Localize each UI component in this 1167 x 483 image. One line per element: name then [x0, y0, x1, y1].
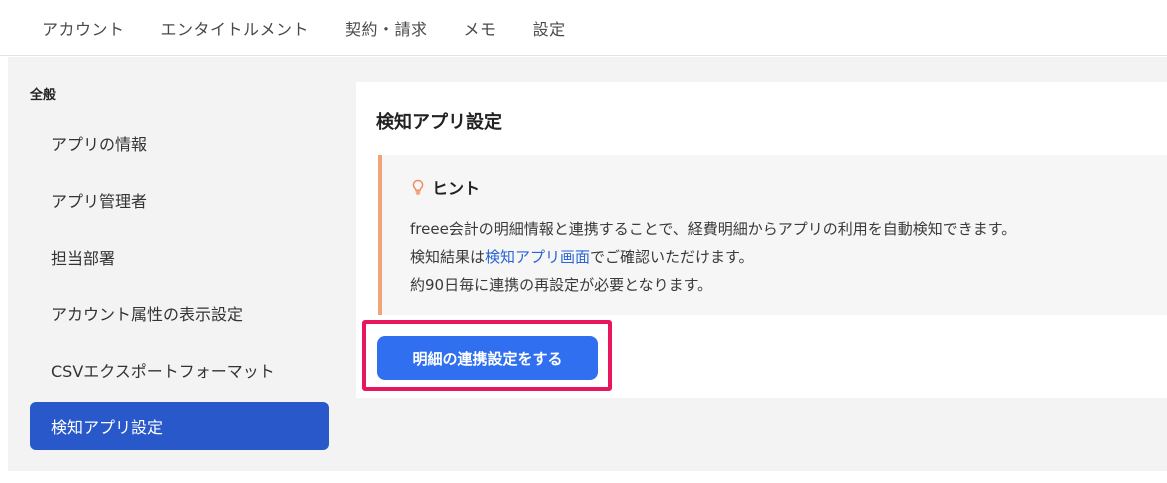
sidebar-heading: 全般 — [30, 88, 57, 103]
statement-integration-settings-button[interactable]: 明細の連携設定をする — [377, 336, 598, 380]
hint-title: ヒント — [432, 179, 481, 198]
settings-sidebar: 全般 アプリの情報 アプリ管理者 担当部署 アカウント属性の表示設定 CSVエク… — [8, 57, 348, 471]
tab-contract-billing[interactable]: 契約・請求 — [345, 16, 428, 40]
hint-text-line-2: 検知結果は検知アプリ画面でご確認いただけます。 — [410, 246, 754, 267]
tab-settings[interactable]: 設定 — [533, 16, 566, 40]
sidebar-item-label: 担当部署 — [51, 249, 116, 268]
sidebar-item-label: アプリ管理者 — [51, 192, 148, 211]
sidebar-item-csv-export-format[interactable]: CSVエクスポートフォーマット — [30, 346, 329, 394]
sidebar-item-app-info[interactable]: アプリの情報 — [30, 119, 329, 167]
hint-box: ヒント freee会計の明細情報と連携することで、経費明細からアプリの利用を自動… — [378, 155, 1167, 315]
hint-header: ヒント — [410, 175, 480, 199]
hint-text-prefix: 検知結果は — [410, 248, 486, 266]
detection-app-screen-link[interactable]: 検知アプリ画面 — [485, 248, 590, 266]
tab-memo[interactable]: メモ — [464, 16, 497, 40]
hint-text-line-1: freee会計の明細情報と連携することで、経費明細からアプリの利用を自動検知でき… — [410, 220, 1017, 238]
sidebar-item-account-attributes[interactable]: アカウント属性の表示設定 — [30, 289, 329, 337]
sidebar-item-departments[interactable]: 担当部署 — [30, 233, 329, 281]
tab-entitlement[interactable]: エンタイトルメント — [161, 16, 310, 40]
hint-text-line-3: 約90日毎に連携の再設定が必要となります。 — [410, 276, 713, 294]
tab-account[interactable]: アカウント — [42, 16, 125, 40]
panel-title: 検知アプリ設定 — [376, 112, 502, 133]
hint-text-suffix: でご確認いただけます。 — [590, 248, 754, 266]
sidebar-item-app-admins[interactable]: アプリ管理者 — [30, 176, 329, 224]
sidebar-item-label: アプリの情報 — [51, 135, 148, 154]
lightbulb-icon — [410, 178, 426, 196]
sidebar-item-label: CSVエクスポートフォーマット — [51, 362, 275, 381]
top-tab-bar: アカウント エンタイトルメント 契約・請求 メモ 設定 — [0, 0, 1167, 56]
sidebar-item-label: 検知アプリ設定 — [51, 418, 164, 437]
page: アカウント エンタイトルメント 契約・請求 メモ 設定 全般 アプリの情報 アプ… — [0, 0, 1167, 483]
sidebar-item-detection-app-settings[interactable]: 検知アプリ設定 — [30, 402, 329, 450]
sidebar-item-label: アカウント属性の表示設定 — [51, 305, 244, 324]
